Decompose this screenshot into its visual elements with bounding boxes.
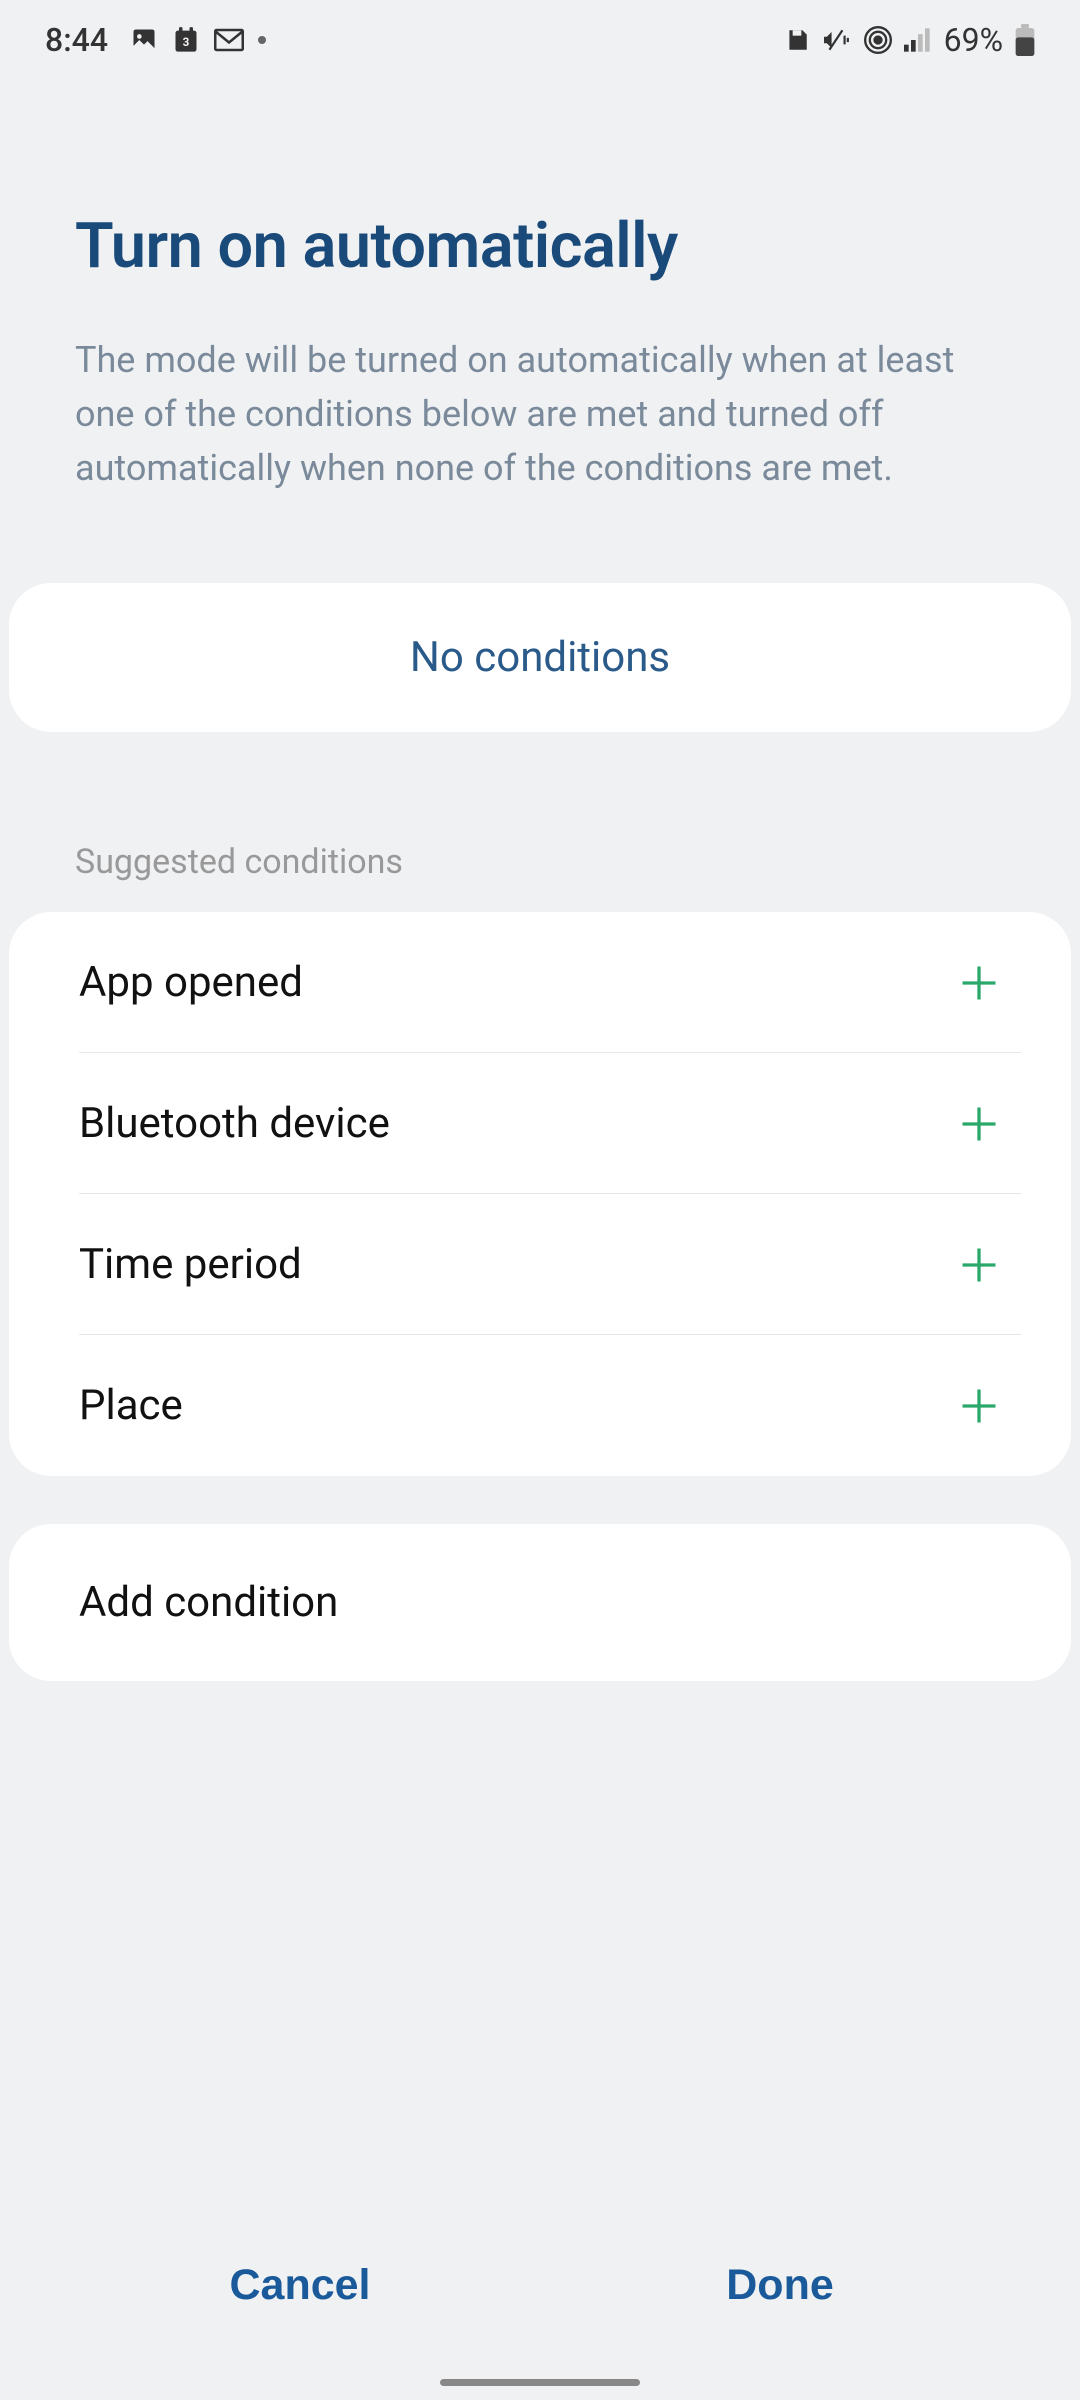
conditions-summary-card: No conditions [9, 583, 1071, 732]
svg-text:3: 3 [183, 35, 190, 49]
condition-label: Time period [79, 1240, 302, 1289]
hotspot-icon [864, 26, 892, 54]
calendar-icon: 3 [172, 26, 200, 54]
page-description: The mode will be turned on automatically… [75, 333, 1005, 495]
condition-label: Bluetooth device [79, 1099, 390, 1148]
conditions-summary-text: No conditions [79, 633, 1001, 682]
plus-icon [957, 1102, 1001, 1146]
add-condition-label: Add condition [79, 1578, 338, 1627]
signal-icon [904, 28, 932, 52]
status-bar-left: 8:44 3 [45, 21, 266, 59]
condition-item-place[interactable]: Place [9, 1335, 1071, 1476]
plus-icon [957, 1243, 1001, 1287]
plus-icon [957, 961, 1001, 1005]
status-bar-right: 69% [784, 21, 1035, 59]
done-button[interactable]: Done [540, 2231, 1020, 2340]
clock-time: 8:44 [45, 21, 108, 59]
page-title: Turn on automatically [75, 210, 1005, 283]
suggested-conditions-header: Suggested conditions [5, 732, 1075, 912]
notification-dot-icon [258, 36, 266, 44]
status-bar: 8:44 3 69% [0, 0, 1080, 80]
gmail-icon [214, 28, 244, 52]
home-indicator[interactable] [440, 2379, 640, 2386]
battery-percent: 69% [944, 21, 1003, 59]
cancel-button[interactable]: Cancel [60, 2231, 540, 2340]
vibrate-icon [822, 27, 852, 53]
footer-actions: Cancel Done [0, 2231, 1080, 2340]
condition-label: Place [79, 1381, 183, 1430]
condition-label: App opened [79, 958, 303, 1007]
plus-icon [957, 1384, 1001, 1428]
condition-item-app-opened[interactable]: App opened [9, 912, 1071, 1053]
photo-icon [130, 26, 158, 54]
condition-item-bluetooth[interactable]: Bluetooth device [9, 1053, 1071, 1194]
save-icon [784, 27, 810, 53]
condition-item-time-period[interactable]: Time period [9, 1194, 1071, 1335]
battery-icon [1015, 24, 1035, 56]
suggested-conditions-list: App opened Bluetooth device Time period … [9, 912, 1071, 1476]
add-condition-button[interactable]: Add condition [9, 1524, 1071, 1681]
page-header: Turn on automatically The mode will be t… [5, 80, 1075, 535]
